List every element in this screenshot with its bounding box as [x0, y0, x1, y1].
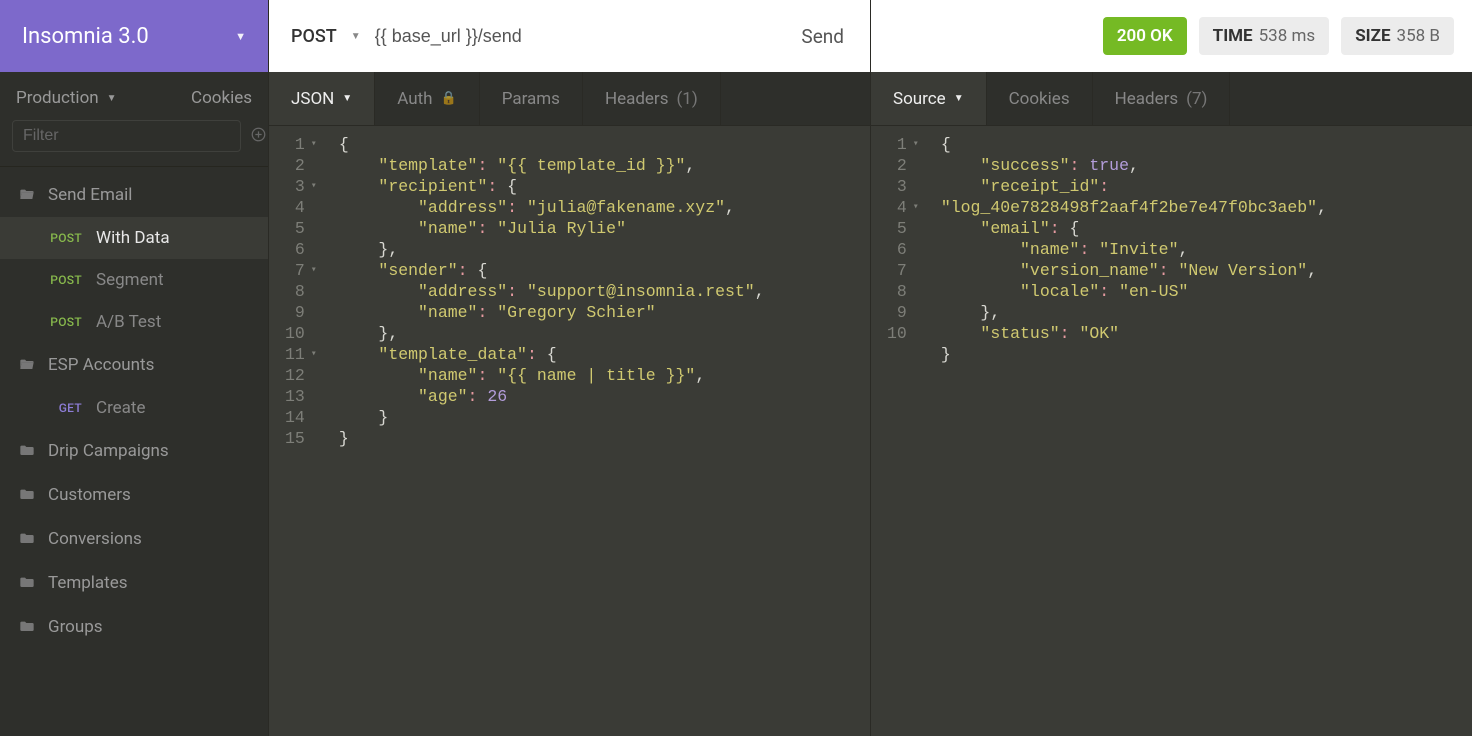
filter-input[interactable] [12, 120, 241, 152]
lock-icon: 🔒 [441, 91, 457, 106]
line-gutter: 1▾23▾4567▾891011▾12131415 [269, 134, 325, 736]
add-request-button[interactable] [251, 127, 266, 146]
time-label: TIME [1213, 26, 1253, 46]
tree-folder[interactable]: Conversions [0, 517, 268, 561]
tab-params-label: Params [502, 89, 560, 109]
method-tag: POST [44, 273, 82, 287]
workspace-dropdown[interactable]: Insomnia 3.0 ▼ [0, 0, 268, 72]
method-tag: POST [44, 315, 82, 329]
environment-dropdown[interactable]: Production ▼ [16, 88, 117, 108]
folder-name: Conversions [48, 529, 142, 549]
tree-folder[interactable]: Customers [0, 473, 268, 517]
method-label: POST [291, 26, 337, 47]
request-body-editor[interactable]: 1▾23▾4567▾891011▾12131415 { "template": … [269, 126, 870, 736]
tab-headers[interactable]: Headers (1) [583, 72, 721, 125]
tab-params[interactable]: Params [480, 72, 583, 125]
tab-source[interactable]: Source ▼ [871, 72, 987, 125]
tab-headers-label: Headers [605, 89, 669, 109]
chevron-down-icon: ▼ [351, 31, 361, 42]
folder-name: ESP Accounts [48, 355, 154, 375]
sidebar: Insomnia 3.0 ▼ Production ▼ Cookies Send… [0, 0, 268, 736]
folder-name: Customers [48, 485, 131, 505]
plus-circle-icon [251, 127, 266, 142]
response-pane: 200 OK TIME 538 ms SIZE 358 B Source ▼ C… [870, 0, 1472, 736]
method-tag: GET [44, 401, 82, 415]
request-name: A/B Test [96, 312, 161, 332]
request-name: Create [96, 398, 146, 418]
folder-name: Templates [48, 573, 128, 593]
size-badge: SIZE 358 B [1341, 17, 1454, 55]
main: POST ▼ Send JSON ▼ Auth 🔒 Params [268, 0, 1472, 736]
size-label: SIZE [1355, 26, 1390, 46]
tab-headers-count: (1) [676, 89, 697, 109]
tree-folder[interactable]: ESP Accounts [0, 343, 268, 387]
code-content: { "success": true, "receipt_id": "log_40… [927, 134, 1337, 736]
tree-request[interactable]: POST A/B Test [0, 301, 268, 343]
chevron-down-icon: ▼ [235, 30, 246, 43]
folder-name: Drip Campaigns [48, 441, 169, 461]
line-gutter: 1▾234▾5678910 [871, 134, 927, 736]
tab-source-label: Source [893, 89, 946, 109]
send-button[interactable]: Send [797, 25, 848, 48]
sidebar-toolbar: Production ▼ Cookies [0, 72, 268, 116]
chevron-down-icon: ▼ [107, 93, 117, 104]
response-tabs: Source ▼ Cookies Headers (7) [871, 72, 1472, 126]
method-tag: POST [44, 231, 82, 245]
tree-folder[interactable]: Drip Campaigns [0, 429, 268, 473]
request-name: With Data [96, 228, 170, 248]
request-tree: Send Email POST With Data POST Segment POST A/… [0, 166, 268, 736]
folder-name: Groups [48, 617, 103, 637]
cookies-button[interactable]: Cookies [191, 88, 252, 108]
tab-body-label: JSON [291, 89, 334, 109]
tab-response-cookies[interactable]: Cookies [987, 72, 1093, 125]
chevron-down-icon: ▼ [342, 93, 352, 104]
environment-name: Production [16, 88, 99, 108]
request-tabs: JSON ▼ Auth 🔒 Params Headers (1) [269, 72, 870, 126]
response-body-viewer[interactable]: 1▾234▾5678910 { "success": true, "receip… [871, 126, 1472, 736]
tree-folder[interactable]: Groups [0, 605, 268, 649]
url-bar: POST ▼ Send [269, 0, 870, 72]
time-value: 538 ms [1259, 26, 1316, 46]
time-badge: TIME 538 ms [1199, 17, 1330, 55]
method-dropdown[interactable]: POST ▼ [291, 26, 361, 47]
tree-request[interactable]: POST Segment [0, 259, 268, 301]
tab-headers-count: (7) [1186, 89, 1207, 109]
url-input[interactable] [375, 26, 784, 47]
workspace-name: Insomnia 3.0 [22, 24, 149, 49]
tree-request[interactable]: GET Create [0, 387, 268, 429]
size-value: 358 B [1397, 26, 1440, 46]
tree-folder[interactable]: Templates [0, 561, 268, 605]
tab-headers-label: Headers [1115, 89, 1179, 109]
request-pane: POST ▼ Send JSON ▼ Auth 🔒 Params [268, 0, 870, 736]
tree-request[interactable]: POST With Data [0, 217, 268, 259]
tree-folder[interactable]: Send Email [0, 173, 268, 217]
tab-auth-label: Auth [397, 89, 432, 109]
app-root: Insomnia 3.0 ▼ Production ▼ Cookies Send… [0, 0, 1472, 736]
status-badge: 200 OK [1103, 17, 1187, 55]
chevron-down-icon: ▼ [954, 93, 964, 104]
response-status-bar: 200 OK TIME 538 ms SIZE 358 B [871, 0, 1472, 72]
folder-name: Send Email [48, 185, 132, 205]
tab-auth[interactable]: Auth 🔒 [375, 72, 479, 125]
tab-cookies-label: Cookies [1009, 89, 1070, 109]
tab-response-headers[interactable]: Headers (7) [1093, 72, 1231, 125]
request-name: Segment [96, 270, 164, 290]
tab-body[interactable]: JSON ▼ [269, 72, 375, 125]
sidebar-filter-row [0, 116, 268, 166]
code-content: { "template": "{{ template_id }}", "reci… [325, 134, 775, 736]
